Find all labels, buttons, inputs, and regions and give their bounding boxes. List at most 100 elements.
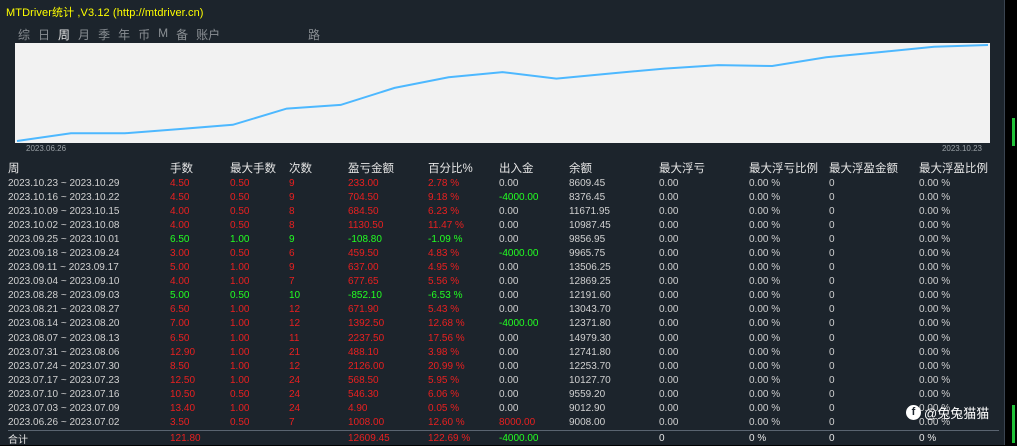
table-row: 2023.06.26 ~ 2023.07.02 3.50 0.50 7 1008.00 1… [8,416,999,431]
table-row: 2023.08.07 ~ 2023.08.13 6.50 1.00 11 2237.50… [8,331,999,345]
table-cell: 1.00 [230,276,250,288]
table-cell: 0.00 [659,332,679,344]
table-cell: 0.00 % [749,388,781,400]
table-cell: 2023.10.23 ~ 2023.10.29 [8,177,120,189]
table-cell: 5.95 % [428,374,460,386]
table-cell: 9 [289,191,295,203]
table-cell: 12.50 [170,374,196,386]
table-row: 2023.09.25 ~ 2023.10.01 6.50 1.00 9 -108.80 -… [8,232,999,246]
table-cell: 6.50 [170,304,190,316]
table-cell: 1.00 [230,304,250,316]
table-cell: 2023.08.07 ~ 2023.08.13 [8,332,120,344]
table-cell: 12.60 % [428,417,465,429]
table-cell: 2023.09.04 ~ 2023.09.10 [8,276,120,288]
table-cell: 0.00 % [919,191,951,203]
tab-1[interactable]: 日 [38,26,50,43]
table-cell: 9 [289,233,295,245]
tab-5[interactable]: 年 [118,26,130,43]
table-row: 2023.07.03 ~ 2023.07.09 13.40 1.00 24 4.90 0.… [8,402,999,416]
balance-line [16,44,989,142]
table-cell: 2023.06.26 ~ 2023.07.02 [8,417,120,429]
table-cell: 0.00 % [749,191,781,203]
table-cell: 0.00 [499,346,519,358]
table-cell: 9008.00 [569,417,606,429]
table-cell: 0.00 [659,248,679,260]
table-cell: 2023.07.03 ~ 2023.07.09 [8,403,120,415]
table-cell: 0 [829,248,835,260]
table-cell: 0.00 [659,374,679,386]
tab-2[interactable]: 周 [58,26,70,43]
table-row: 2023.10.02 ~ 2023.10.08 4.00 0.50 8 1130.50 1… [8,218,999,232]
table-cell: 0.00 [499,360,519,372]
column-header: 最大浮亏 [659,162,705,175]
table-cell: 1.00 [230,374,250,386]
table-cell: 0.00 % [749,177,781,189]
table-cell: 1.00 [230,262,250,274]
table-cell: 0 % [919,429,999,446]
table-cell: 0 [829,205,835,217]
tab-7[interactable]: M [158,26,168,43]
table-cell: 0.00 % [749,290,781,302]
table-cell: 12.68 % [428,318,465,330]
rail-marker [1012,405,1015,443]
table-cell: 0 [829,233,835,245]
table-header-row: 周 手数 最大手数 次数 盈亏金额 百分比% 出入金 余额 最大浮亏 最大浮亏比例 最大浮盈金额 最大… [8,159,999,176]
tab-0[interactable]: 综 [18,26,30,43]
tab-4[interactable]: 季 [98,26,110,43]
table-cell: 0.00 [499,276,519,288]
rail-marker [1012,118,1015,146]
table-cell: 0.00 [659,219,679,231]
table-cell: 7 [289,417,295,429]
table-cell: 24 [289,374,301,386]
table-cell: 233.00 [348,177,379,189]
table-cell: 0.00 % [919,233,951,245]
table-cell: 4.83 % [428,248,460,260]
table-cell: -4000.00 [499,248,539,260]
table-cell: 546.30 [348,388,379,400]
table-cell: 1392.50 [348,318,385,330]
table-cell: 0 [829,318,835,330]
table-cell: 4.95 % [428,262,460,274]
facebook-logo-icon: f [906,405,921,420]
table-cell: 0.00 % [919,304,951,316]
table-cell: 11.47 % [428,219,464,231]
table-cell: 1008.00 [348,417,385,429]
tab-8[interactable]: 备 [176,26,188,43]
tab-3[interactable]: 月 [78,26,90,43]
table-cell: 1130.50 [348,219,384,231]
table-cell: 0.00 % [919,262,951,274]
table-cell: 0 [829,374,835,386]
table-cell: 0.00 % [919,374,951,386]
table-cell: 1.00 [230,233,250,245]
table-cell: 0.00 % [919,248,951,260]
table-cell: 0.00 % [749,219,781,231]
table-cell: 10.50 [170,388,196,400]
table-cell: 0.00 % [919,219,951,231]
table-cell: 677.65 [348,276,379,288]
table-cell: 0.00 % [749,248,781,260]
table-cell: 2023.09.18 ~ 2023.09.24 [8,248,120,260]
table-cell: 0.00 [499,233,519,245]
table-cell: 2023.08.14 ~ 2023.08.20 [8,318,120,330]
table-cell: 6.50 [170,233,190,245]
table-cell: 1.00 [230,318,250,330]
table-cell: 5.00 [170,262,190,274]
table-cell: -6.53 % [428,290,463,302]
table-cell: 0.00 [659,276,679,288]
table-cell: 10127.70 [569,374,611,386]
table-cell: 4.90 [348,403,368,415]
table-cell: 0.00 [499,403,519,415]
table-cell: 0.00 [659,388,679,400]
table-cell: 459.50 [348,248,379,260]
table-cell: 0.00 % [919,177,951,189]
table-cell: 0.00 % [749,346,781,358]
table-cell: 1.00 [230,403,250,415]
tab-6[interactable]: 币 [138,26,150,43]
table-cell: 0.00 % [749,318,781,330]
table-cell: 6.50 [170,332,190,344]
table-cell: 2023.10.16 ~ 2023.10.22 [8,191,120,203]
table-cell [569,429,659,446]
tab-9[interactable]: 账户 [196,26,220,43]
table-cell: 0.00 % [919,388,951,400]
table-cell: 8609.45 [569,177,606,189]
